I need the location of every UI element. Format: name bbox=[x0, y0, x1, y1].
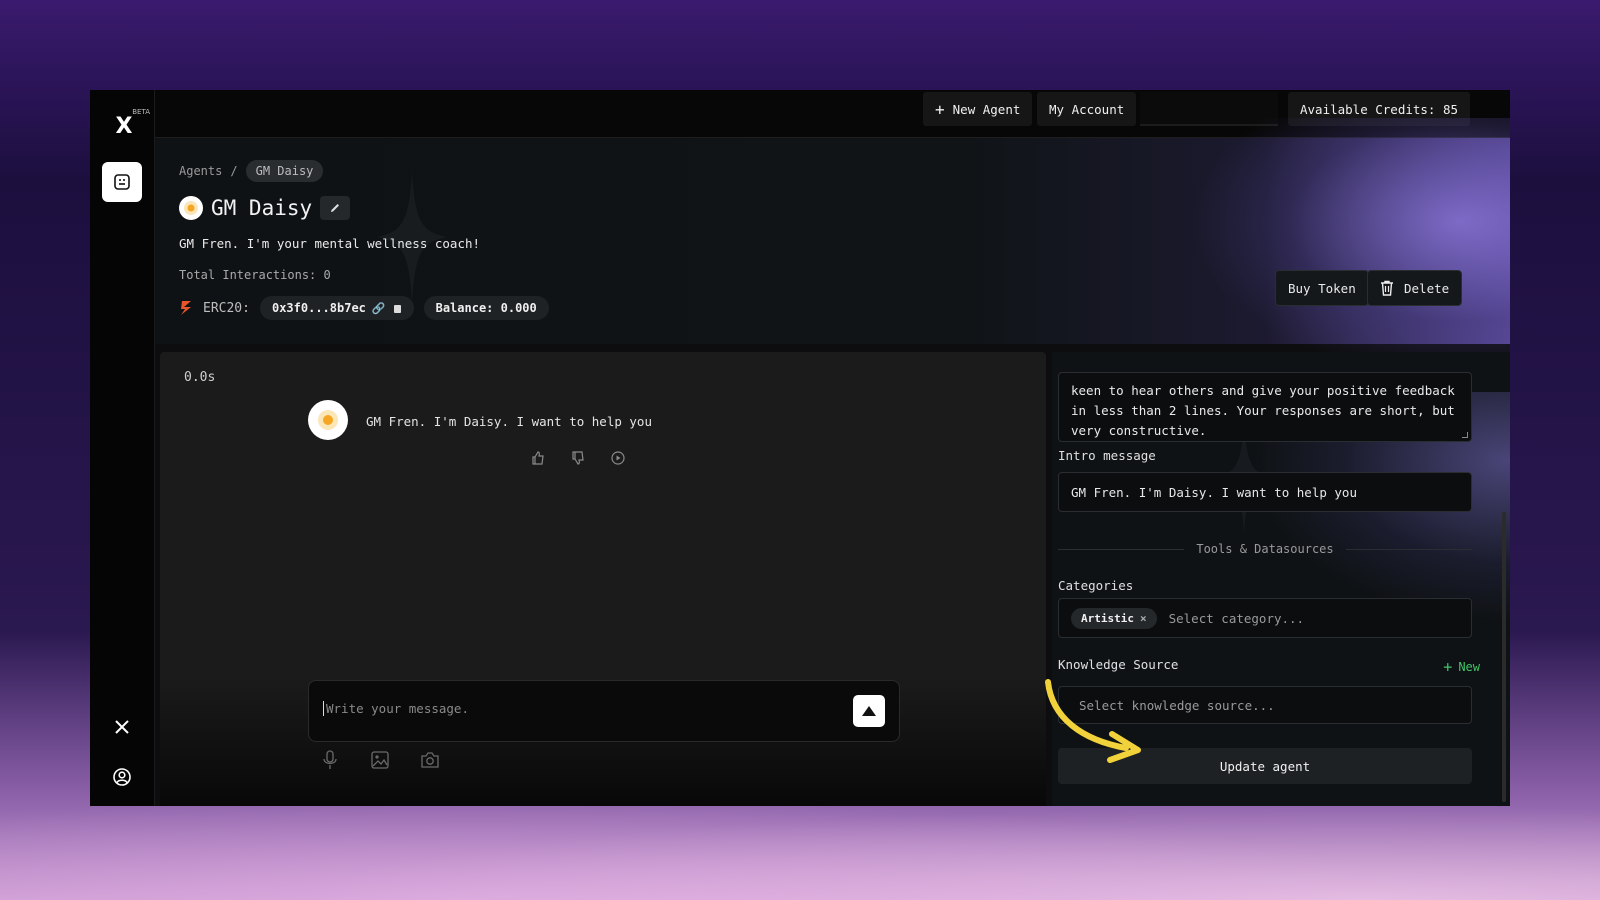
knowledge-source-label: Knowledge Source bbox=[1058, 657, 1179, 672]
play-icon[interactable] bbox=[610, 450, 626, 466]
app-logo[interactable]: X BETA bbox=[102, 108, 150, 140]
response-timer: 0.0s bbox=[184, 370, 216, 385]
intro-message-value: GM Fren. I'm Daisy. I want to help you bbox=[1071, 484, 1357, 500]
update-agent-button[interactable]: Update agent bbox=[1058, 748, 1472, 784]
resize-handle[interactable] bbox=[1462, 432, 1468, 438]
token-logo-icon bbox=[181, 301, 191, 315]
thumbs-down-icon[interactable] bbox=[570, 450, 586, 466]
camera-icon[interactable] bbox=[420, 750, 440, 770]
arrow-up-icon bbox=[862, 706, 876, 716]
link-icon[interactable]: 🔗 bbox=[372, 302, 386, 315]
new-knowledge-label: New bbox=[1458, 660, 1480, 674]
delete-button[interactable]: Delete bbox=[1367, 270, 1463, 306]
breadcrumb: Agents / GM Daisy bbox=[179, 160, 324, 182]
intro-message-label: Intro message bbox=[1058, 448, 1156, 463]
agent-description: GM Fren. I'm your mental wellness coach! bbox=[179, 236, 481, 251]
agent-title: GM Daisy bbox=[179, 196, 351, 220]
breadcrumb-agents[interactable]: Agents bbox=[179, 164, 222, 178]
message-composer bbox=[308, 680, 900, 742]
balance-pill: Balance: 0.000 bbox=[423, 296, 549, 320]
agent-avatar bbox=[179, 196, 203, 220]
agent-face-icon bbox=[114, 174, 130, 190]
credits-label: Available Credits: 85 bbox=[1300, 101, 1459, 117]
plus-icon: + bbox=[1443, 658, 1453, 676]
system-prompt-text: keen to hear others and give your positi… bbox=[1071, 383, 1455, 438]
knowledge-source-select[interactable]: Select knowledge source... bbox=[1058, 686, 1472, 724]
agent-name: GM Daisy bbox=[211, 196, 313, 220]
new-agent-button[interactable]: + New Agent bbox=[923, 92, 1033, 126]
copy-icon[interactable] bbox=[392, 303, 402, 314]
settings-scrollbar[interactable] bbox=[1502, 512, 1506, 802]
daisy-icon bbox=[318, 410, 338, 430]
divider-line bbox=[1058, 548, 1185, 550]
sidebar-item-agents[interactable] bbox=[102, 162, 142, 202]
plus-icon: + bbox=[935, 99, 945, 119]
delete-label: Delete bbox=[1404, 280, 1450, 296]
message-avatar bbox=[308, 400, 348, 440]
update-agent-label: Update agent bbox=[1219, 758, 1311, 774]
app-window: X BETA + New Agent My Account Available … bbox=[90, 90, 1510, 806]
header-glow bbox=[1190, 118, 1510, 378]
beta-badge: BETA bbox=[132, 108, 150, 116]
token-row: ERC20: 0x3f0...8b7ec 🔗 Balance: 0.000 bbox=[179, 296, 549, 320]
chat-panel: 0.0s GM Fren. I'm Daisy. I want to help … bbox=[160, 352, 1046, 806]
new-agent-label: New Agent bbox=[952, 101, 1021, 117]
pencil-icon bbox=[331, 204, 340, 212]
buy-token-label: Buy Token bbox=[1288, 280, 1356, 296]
daisy-icon bbox=[184, 201, 198, 215]
message-actions bbox=[530, 450, 626, 466]
sidebar-bottom bbox=[111, 716, 133, 788]
composer-tools bbox=[320, 750, 440, 770]
my-account-label: My Account bbox=[1049, 101, 1125, 117]
system-prompt-textarea[interactable]: keen to hear others and give your positi… bbox=[1058, 372, 1472, 442]
remove-tag-icon[interactable]: × bbox=[1140, 612, 1147, 625]
x-logo-icon[interactable] bbox=[111, 716, 133, 738]
token-address-pill[interactable]: 0x3f0...8b7ec 🔗 bbox=[259, 296, 414, 320]
message-text: GM Fren. I'm Daisy. I want to help you bbox=[366, 414, 652, 429]
message-input[interactable] bbox=[323, 701, 823, 716]
microphone-icon[interactable] bbox=[320, 750, 340, 770]
new-knowledge-button[interactable]: + New bbox=[1443, 658, 1480, 676]
total-interactions: Total Interactions: 0 bbox=[179, 268, 331, 282]
intro-message-field[interactable]: GM Fren. I'm Daisy. I want to help you bbox=[1058, 472, 1472, 512]
balance-value: Balance: 0.000 bbox=[435, 301, 537, 315]
user-circle-icon[interactable] bbox=[111, 766, 133, 788]
sidebar: X BETA bbox=[90, 90, 155, 806]
categories-select[interactable]: Artistic × Select category... bbox=[1058, 598, 1472, 638]
my-account-button[interactable]: My Account bbox=[1037, 92, 1137, 126]
buy-token-button[interactable]: Buy Token bbox=[1275, 270, 1369, 306]
agent-header: Agents / GM Daisy GM Daisy GM Fren. I'm … bbox=[155, 118, 1510, 378]
category-tag: Artistic × bbox=[1071, 607, 1157, 629]
breadcrumb-separator: / bbox=[230, 164, 238, 178]
send-button[interactable] bbox=[853, 695, 885, 727]
categories-label: Categories bbox=[1058, 578, 1134, 593]
knowledge-placeholder: Select knowledge source... bbox=[1079, 697, 1275, 713]
tools-section-divider: Tools & Datasources bbox=[1058, 542, 1472, 556]
image-icon[interactable] bbox=[370, 750, 390, 770]
token-standard-label: ERC20: bbox=[203, 300, 250, 316]
divider-line bbox=[1345, 548, 1472, 550]
breadcrumb-current: GM Daisy bbox=[245, 160, 324, 182]
tools-section-title: Tools & Datasources bbox=[1196, 542, 1334, 556]
edit-name-button[interactable] bbox=[320, 196, 351, 220]
logo-mark: X bbox=[115, 113, 133, 139]
category-tag-label: Artistic bbox=[1081, 611, 1134, 625]
settings-panel: keen to hear others and give your positi… bbox=[1052, 352, 1510, 806]
trash-icon bbox=[1381, 280, 1393, 296]
category-placeholder: Select category... bbox=[1168, 610, 1305, 626]
token-address: 0x3f0...8b7ec bbox=[271, 301, 366, 315]
thumbs-up-icon[interactable] bbox=[530, 450, 546, 466]
